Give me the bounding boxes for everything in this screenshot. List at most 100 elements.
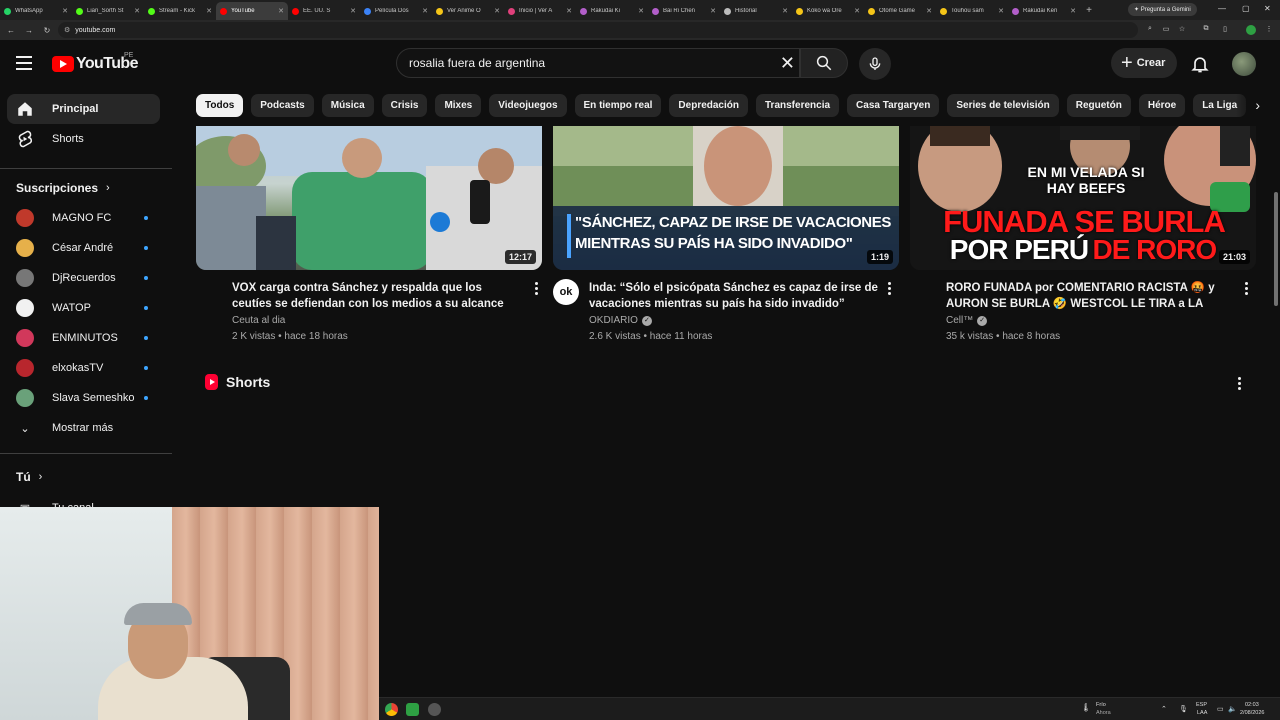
reload-icon[interactable]: ↻ <box>40 26 54 35</box>
filter-chip[interactable]: Música <box>321 94 374 117</box>
forward-icon[interactable]: → <box>22 26 36 35</box>
browser-tab[interactable]: Stream - Kick ✕ <box>144 2 216 20</box>
maximize-icon[interactable]: ▢ <box>1242 4 1250 13</box>
tab-close-icon[interactable]: ✕ <box>278 7 284 15</box>
you-header[interactable]: Tú › <box>16 470 42 484</box>
video-options-icon[interactable] <box>530 282 542 298</box>
filter-chip[interactable]: Crisis <box>381 94 428 117</box>
chrome-app-icon[interactable] <box>385 703 398 716</box>
clear-search-icon[interactable]: ✕ <box>780 53 795 73</box>
sidebar-subscription[interactable]: César André <box>7 233 160 263</box>
sidebar-subscription[interactable]: ENMINUTOS <box>7 323 160 353</box>
subscriptions-header[interactable]: Suscripciones › <box>16 181 110 195</box>
tab-close-icon[interactable]: ✕ <box>710 7 716 15</box>
channel-name[interactable]: Ceuta al dia <box>232 315 285 326</box>
chips-next-chevron-icon[interactable]: › <box>1236 94 1280 118</box>
network-icon[interactable]: ▭ <box>1217 705 1224 713</box>
filter-chip[interactable]: Series de televisión <box>947 94 1059 117</box>
channel-avatar[interactable]: ok <box>553 279 579 305</box>
filter-chip[interactable]: Reguetón <box>1066 94 1131 117</box>
back-icon[interactable]: ← <box>4 26 18 35</box>
tab-close-icon[interactable]: ✕ <box>62 7 68 15</box>
tab-close-icon[interactable]: ✕ <box>854 7 860 15</box>
video-options-icon[interactable] <box>883 282 895 298</box>
video-thumbnail[interactable]: 12:17 <box>196 126 542 270</box>
search-button[interactable] <box>800 48 848 78</box>
filter-chip[interactable]: Transferencia <box>756 94 840 117</box>
sidebar-subscription[interactable]: elxokasTV <box>7 353 160 383</box>
browser-menu-icon[interactable]: ⋮ <box>1264 25 1274 35</box>
video-card[interactable]: 12:17 VOX carga contra Sánchez y respald… <box>196 126 542 342</box>
tab-close-icon[interactable]: ✕ <box>998 7 1004 15</box>
cast-icon[interactable]: ▭ <box>1161 25 1171 35</box>
filter-chip[interactable]: Podcasts <box>251 94 314 117</box>
clock-time[interactable]: 02:03 <box>1245 702 1259 708</box>
tab-close-icon[interactable]: ✕ <box>1070 7 1076 15</box>
tab-close-icon[interactable]: ✕ <box>926 7 932 15</box>
url-field[interactable]: ⚙ youtube.com <box>58 22 1138 38</box>
browser-tab[interactable]: Ver Anime O ✕ <box>432 2 504 20</box>
shorts-options-icon[interactable] <box>1238 377 1244 391</box>
site-info-icon[interactable]: ⚙ <box>64 26 70 34</box>
language-indicator[interactable]: ESP <box>1196 702 1207 708</box>
notifications-bell-icon[interactable] <box>1190 54 1210 74</box>
sidebar-subscription[interactable]: DjRecuerdos <box>7 263 160 293</box>
show-more-button[interactable]: ⌄ Mostrar más <box>7 413 160 443</box>
browser-tab[interactable]: Koko wa Ore ✕ <box>792 2 864 20</box>
browser-tab[interactable]: Otome Game ✕ <box>864 2 936 20</box>
create-button[interactable]: + Crear <box>1111 48 1178 78</box>
tab-close-icon[interactable]: ✕ <box>494 7 500 15</box>
ask-gemini-button[interactable]: ✦ Pregunta a Gemini <box>1128 3 1197 16</box>
voice-search-button[interactable] <box>859 48 891 80</box>
video-title[interactable]: Inda: “Sólo el psicópata Sánchez es capa… <box>589 280 879 312</box>
extensions-icon[interactable]: ⧉ <box>1201 25 1211 35</box>
filter-chip[interactable]: En tiempo real <box>574 94 662 117</box>
sidebar-item-principal[interactable]: Principal <box>7 94 160 124</box>
filter-chip[interactable]: Videojuegos <box>489 94 567 117</box>
browser-tab[interactable]: Touhou sam ✕ <box>936 2 1008 20</box>
mic-tray-icon[interactable]: 🎙 <box>1179 705 1188 713</box>
profile-icon[interactable] <box>1246 25 1256 35</box>
hamburger-menu-icon[interactable] <box>16 56 32 70</box>
youtube-logo[interactable]: YouTube PE <box>52 52 138 73</box>
minimize-icon[interactable]: — <box>1218 4 1226 13</box>
search-input[interactable]: rosalia fuera de argentina ✕ <box>396 48 800 78</box>
downloads-icon[interactable]: ▯ <box>1220 25 1230 35</box>
browser-tab[interactable]: Rakudai Ki ✕ <box>576 2 648 20</box>
filter-chip[interactable]: Héroe <box>1138 94 1186 117</box>
browser-tab[interactable]: Rakudai Ken ✕ <box>1008 2 1080 20</box>
video-thumbnail[interactable]: EN MI VELADA SI HAY BEEFS FUNADA SE BURL… <box>910 126 1256 270</box>
obs-app-icon[interactable] <box>428 703 441 716</box>
browser-tab[interactable]: Película Dos ✕ <box>360 2 432 20</box>
tab-close-icon[interactable]: ✕ <box>566 7 572 15</box>
browser-tab[interactable]: Historial ✕ <box>720 2 792 20</box>
video-title[interactable]: VOX carga contra Sánchez y respalda que … <box>232 280 522 312</box>
bookmark-icon[interactable]: ☆ <box>1177 25 1187 35</box>
filter-chip[interactable]: Casa Targaryen <box>847 94 940 117</box>
zoom-icon[interactable]: ⌕ <box>1145 25 1155 35</box>
tab-close-icon[interactable]: ✕ <box>134 7 140 15</box>
filter-chip[interactable]: Todos <box>196 94 244 117</box>
filter-chip[interactable]: Depredación <box>669 94 748 117</box>
sidebar-subscription[interactable]: MAGNO FC <box>7 203 160 233</box>
video-title[interactable]: RORO FUNADA por COMENTARIO RACISTA 🤬 y A… <box>946 280 1236 312</box>
sidebar-subscription[interactable]: Slava Semeshko <box>7 383 160 413</box>
close-window-icon[interactable]: ✕ <box>1264 4 1271 13</box>
sidebar-subscription[interactable]: WATOP <box>7 293 160 323</box>
new-tab-icon[interactable]: + <box>1080 5 1098 16</box>
tray-chevron-icon[interactable]: ⌃ <box>1161 705 1167 713</box>
page-scrollbar[interactable] <box>1274 192 1278 306</box>
tab-close-icon[interactable]: ✕ <box>422 7 428 15</box>
tab-close-icon[interactable]: ✕ <box>782 7 788 15</box>
channel-name[interactable]: OKDIARIO ✓ <box>589 315 652 326</box>
browser-tab[interactable]: Inicio | Ver A ✕ <box>504 2 576 20</box>
filter-chip[interactable]: Mixes <box>435 94 482 117</box>
tab-close-icon[interactable]: ✕ <box>638 7 644 15</box>
browser-tab[interactable]: WhatsApp ✕ <box>0 2 72 20</box>
video-card[interactable]: "SÁNCHEZ, CAPAZ DE IRSE DE VACACIONES MI… <box>553 126 899 342</box>
video-card[interactable]: EN MI VELADA SI HAY BEEFS FUNADA SE BURL… <box>910 126 1256 342</box>
volume-icon[interactable]: 🔈 <box>1228 705 1237 713</box>
tab-close-icon[interactable]: ✕ <box>206 7 212 15</box>
browser-tab[interactable]: Lian_Sorth St ✕ <box>72 2 144 20</box>
browser-tab[interactable]: EE. UU. S ✕ <box>288 2 360 20</box>
